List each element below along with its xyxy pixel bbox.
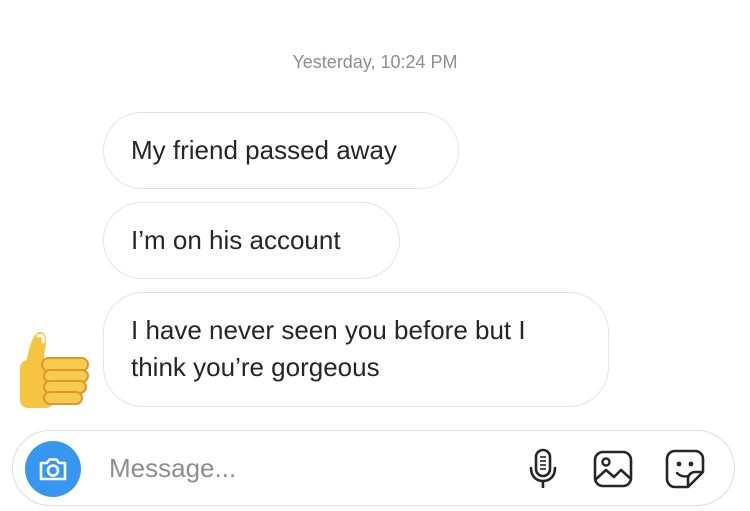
message-text: I have never seen you before but I think… [131, 315, 526, 382]
sticker-icon [665, 449, 705, 489]
microphone-button[interactable] [521, 447, 565, 491]
message-text: My friend passed away [131, 135, 397, 165]
gallery-icon [593, 450, 633, 488]
message-bubble[interactable]: My friend passed away [103, 112, 459, 189]
camera-button[interactable] [25, 441, 81, 497]
camera-icon [39, 458, 67, 481]
message-text: I’m on his account [131, 225, 341, 255]
sticker-button[interactable] [663, 447, 707, 491]
message-bubble[interactable]: I’m on his account [103, 202, 400, 279]
microphone-icon [529, 448, 557, 488]
message-composer [12, 430, 735, 506]
thumbs-up-emoji-icon [14, 328, 92, 410]
message-timestamp: Yesterday, 10:24 PM [292, 52, 458, 72]
message-input[interactable] [109, 445, 489, 491]
gallery-button[interactable] [591, 447, 635, 491]
message-bubble[interactable]: I have never seen you before but I think… [103, 292, 609, 407]
